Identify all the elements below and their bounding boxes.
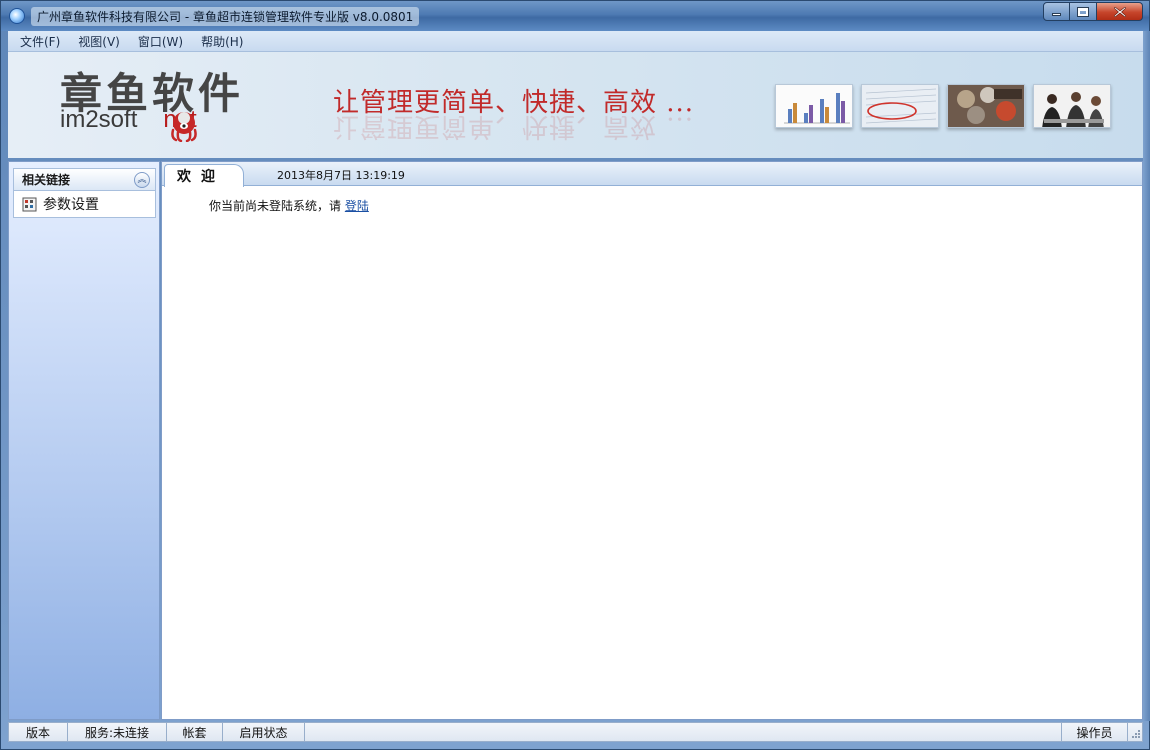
tab-welcome-label: 欢迎 bbox=[177, 169, 225, 185]
header-banner: 章鱼软件 im2softnet 让管理更简单、快捷、高效 ... 让管理更简单、… bbox=[8, 52, 1143, 158]
window-controls bbox=[1043, 2, 1143, 21]
status-operator: 操作员 bbox=[1062, 723, 1128, 741]
settings-grid-icon bbox=[22, 197, 37, 211]
minimize-button[interactable] bbox=[1043, 2, 1070, 21]
related-links-list: 参数设置 bbox=[13, 190, 156, 218]
business-people-thumbnail bbox=[1033, 84, 1111, 128]
status-bar: 版本 服务:未连接 帐套 启用状态 操作员 bbox=[8, 722, 1143, 742]
maximize-button[interactable] bbox=[1070, 2, 1097, 21]
menu-file[interactable]: 文件(F) bbox=[12, 33, 68, 50]
logo-en-left: im2soft bbox=[60, 106, 138, 133]
tab-welcome[interactable]: 欢迎 bbox=[164, 164, 244, 187]
coins-icon bbox=[948, 85, 1024, 127]
slogan-reflection: 让管理更简单、快捷、高效 ... bbox=[333, 111, 695, 141]
status-service: 服务:未连接 bbox=[68, 723, 167, 741]
app-window: 广州章鱼软件科技有限公司 - 章鱼超市连锁管理软件专业版 v8.0.0801 文… bbox=[0, 0, 1150, 750]
document-icon bbox=[862, 85, 938, 127]
close-icon bbox=[1113, 6, 1126, 17]
maximize-icon bbox=[1077, 6, 1089, 17]
coins-thumbnail bbox=[947, 84, 1025, 128]
collapse-chevron-icon[interactable]: ︽ bbox=[134, 172, 150, 188]
related-links-title: 相关链接 bbox=[22, 173, 71, 187]
bar-chart-thumbnail bbox=[775, 84, 853, 128]
menu-window[interactable]: 窗口(W) bbox=[130, 33, 191, 50]
login-link[interactable]: 登陆 bbox=[345, 199, 369, 213]
status-spacer bbox=[305, 723, 1062, 741]
resize-grip-icon[interactable] bbox=[1128, 723, 1142, 741]
current-datetime: 2013年8月7日 13:19:19 bbox=[277, 169, 405, 182]
app-icon[interactable] bbox=[9, 8, 25, 24]
menu-view[interactable]: 视图(V) bbox=[70, 33, 128, 50]
menu-help[interactable]: 帮助(H) bbox=[193, 33, 251, 50]
window-right-border bbox=[1143, 31, 1150, 721]
banner-thumbnails bbox=[775, 84, 1111, 128]
octopus-logo-icon bbox=[171, 112, 197, 142]
main-content: 欢迎 2013年8月7日 13:19:19 你当前尚未登陆系统，请 登陆 bbox=[161, 161, 1143, 720]
status-enable-state: 启用状态 bbox=[223, 723, 305, 741]
close-button[interactable] bbox=[1097, 2, 1143, 21]
status-account-set: 帐套 bbox=[167, 723, 223, 741]
sidebar-item-parameter-settings[interactable]: 参数设置 bbox=[22, 194, 99, 214]
title-bar[interactable]: 广州章鱼软件科技有限公司 - 章鱼超市连锁管理软件专业版 v8.0.0801 bbox=[1, 1, 1149, 31]
sidebar-item-label: 参数设置 bbox=[43, 197, 99, 213]
menu-bar: 文件(F) 视图(V) 窗口(W) 帮助(H) bbox=[8, 31, 1143, 52]
login-prompt-text: 你当前尚未登陆系统，请 bbox=[209, 199, 345, 213]
window-title: 广州章鱼软件科技有限公司 - 章鱼超市连锁管理软件专业版 v8.0.0801 bbox=[31, 6, 420, 26]
login-prompt: 你当前尚未登陆系统，请 登陆 bbox=[209, 197, 369, 214]
document-thumbnail bbox=[861, 84, 939, 128]
bar-chart-icon bbox=[776, 85, 852, 127]
tab-strip: 欢迎 2013年8月7日 13:19:19 bbox=[162, 162, 1142, 187]
minimize-icon bbox=[1052, 13, 1061, 16]
status-version: 版本 bbox=[9, 723, 68, 741]
related-links-header[interactable]: 相关链接 ︽ bbox=[13, 168, 156, 190]
left-navigation-panel: 相关链接 ︽ 参数设置 bbox=[8, 161, 160, 720]
people-icon bbox=[1034, 85, 1110, 127]
